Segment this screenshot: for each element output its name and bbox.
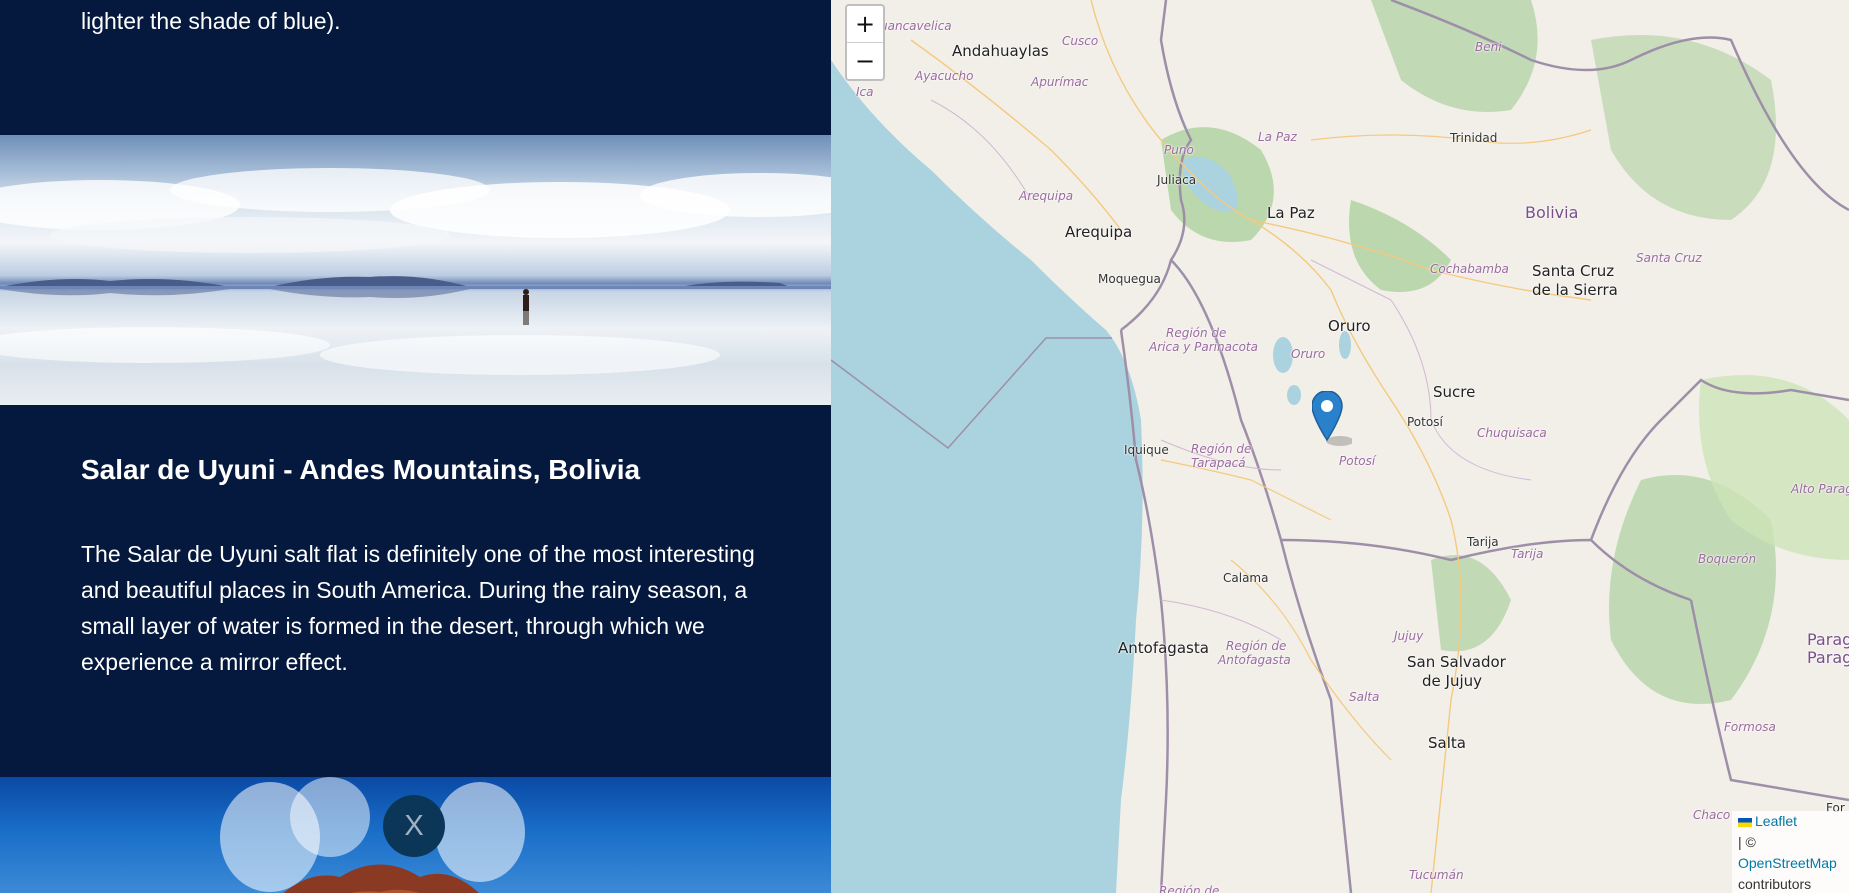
label-cochabamba: Cochabamba [1430, 262, 1509, 276]
story-panel[interactable]: lighter the shade of blue). Salar de Uyu… [0, 0, 831, 893]
page: lighter the shade of blue). Salar de Uyu… [0, 0, 1849, 893]
label-trinidad: Trinidad [1450, 131, 1498, 145]
label-beni: Beni [1475, 40, 1502, 54]
label-boqueron: Boquerón [1698, 552, 1757, 566]
label-chaco: Chaco [1693, 808, 1731, 822]
label-formosa: Formosa [1724, 720, 1776, 734]
label-la-paz: La Paz [1267, 204, 1315, 222]
label-jujuy: Jujuy [1394, 629, 1424, 643]
label-salta: Salta [1428, 734, 1466, 752]
label-santa-cruz-city-2: de la Sierra [1532, 281, 1618, 299]
label-tarija: Tarija [1467, 535, 1499, 549]
label-oruro-region: Oruro [1291, 347, 1326, 361]
label-arica-region-2: Arica y Parinacota [1149, 340, 1258, 354]
label-tarapaca-region-2: Tarapacá [1191, 456, 1246, 470]
label-moquegua: Moquegua [1098, 272, 1161, 286]
label-region-de: Región de [1159, 884, 1220, 893]
label-arequipa: Arequipa [1065, 223, 1133, 241]
label-puno: Puno [1164, 143, 1194, 157]
label-santa-cruz-region: Santa Cruz [1636, 251, 1702, 265]
label-cusco: Cusco [1062, 34, 1099, 48]
label-salta-region: Salta [1349, 690, 1380, 704]
close-button[interactable]: X [383, 795, 445, 857]
label-potosi-region: Potosí [1339, 454, 1376, 468]
label-san-salvador: San Salvador [1407, 653, 1506, 671]
label-ayacucho: Ayacucho [915, 69, 974, 83]
label-san-salvador-2: de Jujuy [1422, 672, 1482, 690]
story-description: The Salar de Uyuni salt flat is definite… [81, 541, 755, 675]
label-bolivia: Bolivia [1525, 203, 1579, 222]
attribution-separator: | © [1738, 834, 1756, 850]
label-la-paz-region: La Paz [1258, 130, 1297, 144]
label-potosi-city: Potosí [1407, 415, 1443, 429]
label-tarija-region: Tarija [1511, 547, 1544, 561]
label-sucre: Sucre [1433, 383, 1476, 401]
label-calama: Calama [1223, 571, 1269, 585]
map[interactable]: Andahuaylas Cusco Huancavelica Ayacucho … [831, 0, 1849, 893]
ukraine-flag-icon [1738, 817, 1752, 827]
label-arequipa-region: Arequipa [1019, 189, 1074, 203]
label-oruro: Oruro [1328, 317, 1371, 335]
attribution-contributors: contributors [1738, 876, 1812, 892]
map-attribution: Leaflet | © OpenStreetMap contributors [1732, 811, 1849, 893]
label-ica: Ica [856, 85, 874, 99]
location-marker[interactable] [1311, 390, 1354, 447]
zoom-in-button[interactable]: + [847, 6, 883, 42]
map-pin-icon [1311, 390, 1354, 446]
story-title: Salar de Uyuni - Andes Mountains, Bolivi… [81, 454, 641, 485]
label-apurimac: Apurímac [1031, 75, 1089, 89]
label-paraguay: Paragu [1807, 630, 1849, 649]
label-chuquisaca: Chuquisaca [1477, 426, 1547, 440]
previous-story-text: lighter the shade of blue). [81, 8, 341, 34]
label-antofagasta-region-2: Antofagasta [1218, 653, 1291, 667]
zoom-out-button[interactable]: − [847, 42, 883, 79]
label-alto-paraguay: Alto Paraguay [1791, 482, 1849, 496]
openstreetmap-link[interactable]: OpenStreetMap [1738, 853, 1849, 874]
label-paraguay-2: Parag [1807, 648, 1849, 667]
label-juliaca: Juliaca [1157, 173, 1197, 187]
label-santa-cruz-city: Santa Cruz [1532, 262, 1615, 280]
label-iquique: Iquique [1124, 443, 1169, 457]
salar-de-uyuni-photo [0, 135, 831, 405]
label-tucuman: Tucumán [1409, 868, 1464, 882]
label-antofagasta: Antofagasta [1118, 639, 1209, 657]
label-andahuaylas: Andahuaylas [952, 42, 1049, 60]
salar-de-uyuni-photo-art [0, 168, 831, 375]
leaflet-link[interactable]: Leaflet [1755, 813, 1797, 829]
zoom-control: + − [845, 4, 885, 81]
